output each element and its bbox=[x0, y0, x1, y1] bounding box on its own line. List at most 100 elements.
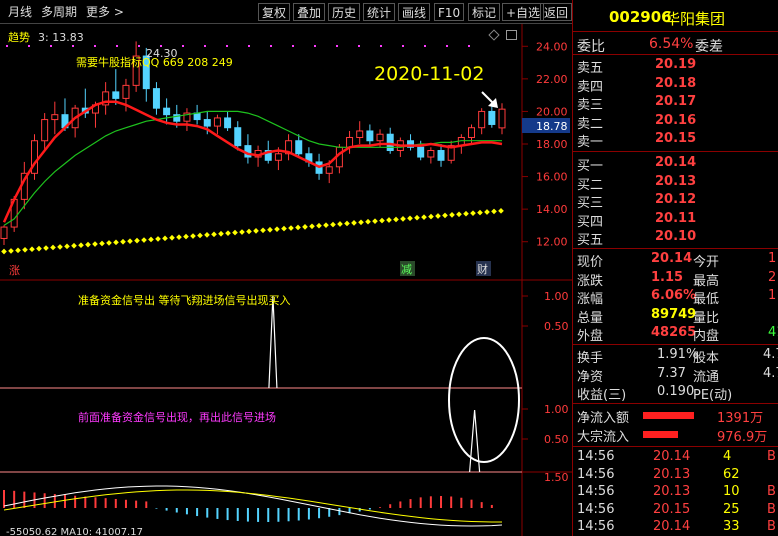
dot-marker bbox=[344, 220, 350, 227]
quote-value: 89749 bbox=[651, 306, 697, 322]
panel-toggle-icon[interactable] bbox=[506, 30, 517, 40]
dot-marker bbox=[267, 226, 273, 233]
dot-marker bbox=[127, 238, 133, 245]
fund-row: 净资 7.37 流通 4.7 bbox=[573, 366, 778, 385]
tick-volume: 33 bbox=[723, 519, 740, 534]
bid-label: 买三 bbox=[577, 196, 604, 211]
quote-label: 外盘 bbox=[577, 329, 604, 344]
flow-value: 1391万 bbox=[717, 411, 764, 426]
price-tag: 18.78 bbox=[536, 120, 568, 133]
signal1-text: 准备资金信号出 等待飞翔进场信号出现买入 bbox=[78, 293, 291, 307]
price-axis: 24.00 22.00 20.00 18.00 16.00 14.00 12.00 bbox=[522, 40, 568, 249]
date-annotation: 2020-11-02 bbox=[374, 63, 484, 85]
dot-marker bbox=[239, 229, 245, 235]
ask-price: 20.15 bbox=[655, 131, 697, 146]
top-dot-row bbox=[6, 45, 470, 47]
bid-row: 买一 20.14 bbox=[573, 155, 778, 174]
candle-body bbox=[366, 130, 374, 142]
macd-axis-label: 1.50 bbox=[544, 471, 569, 484]
dot-marker bbox=[386, 217, 392, 223]
ad-text: 需要牛股指标QQ 669 208 249 bbox=[76, 55, 233, 69]
tick-row: 14:56 20.13 10 B bbox=[573, 484, 778, 502]
dot-marker bbox=[358, 219, 364, 226]
btn-back[interactable]: 返回 bbox=[540, 3, 572, 21]
axis-label: 20.00 bbox=[536, 105, 568, 118]
quote-value2: 41 bbox=[768, 325, 778, 340]
axis-label: 16.00 bbox=[536, 171, 568, 184]
candle-body bbox=[325, 166, 333, 174]
quote-label: 现价 bbox=[577, 255, 604, 270]
dot-marker bbox=[176, 234, 182, 241]
btn-history[interactable]: 历史 bbox=[328, 3, 361, 21]
candle-body bbox=[224, 117, 232, 129]
dot-marker bbox=[106, 240, 112, 246]
tick-flag: B bbox=[767, 484, 776, 499]
tab-multi-period[interactable]: 多周期 bbox=[41, 3, 77, 21]
ratio-value: 6.54% bbox=[649, 36, 694, 52]
bid-price: 20.10 bbox=[655, 229, 697, 244]
dot-marker bbox=[169, 234, 175, 241]
dot-marker bbox=[379, 217, 385, 224]
dot-marker bbox=[498, 208, 504, 214]
btn-add-watch[interactable]: +自选 bbox=[502, 3, 545, 21]
flow-label: 大宗流入 bbox=[577, 430, 630, 445]
dot-marker bbox=[274, 226, 280, 232]
dot-marker bbox=[288, 225, 294, 231]
dot-marker bbox=[316, 222, 322, 229]
quote-label: 涨跌 bbox=[577, 273, 604, 289]
candle-body bbox=[478, 110, 486, 129]
ratio-label: 委比 bbox=[577, 39, 605, 55]
bid-row: 买五 20.10 bbox=[573, 229, 778, 248]
btn-f10[interactable]: F10 bbox=[434, 3, 465, 21]
btn-adjust[interactable]: 复权 bbox=[258, 3, 291, 21]
flow-bar bbox=[643, 431, 678, 438]
dot-marker bbox=[414, 214, 420, 221]
btn-draw[interactable]: 画线 bbox=[398, 3, 431, 21]
tick-list: 14:56 20.14 4 B 14:56 20.13 62 14:56 20.13 10 B 14:… bbox=[573, 448, 778, 536]
candle-body bbox=[376, 133, 384, 142]
dot-marker bbox=[337, 221, 343, 227]
axis-label: 18.00 bbox=[536, 138, 568, 151]
dot bbox=[292, 45, 294, 47]
order-ratio: 委比 6.54% 委差 bbox=[573, 33, 778, 55]
dot-marker bbox=[246, 228, 252, 235]
macd-footer: -55050.62 MA10: 41007.17 bbox=[6, 527, 143, 536]
bid-price: 20.14 bbox=[655, 155, 697, 170]
tab-more[interactable]: 更多 > bbox=[86, 3, 124, 21]
axis-label: 24.00 bbox=[536, 40, 568, 53]
candle-body bbox=[51, 114, 59, 121]
fund-label: 收益(三) bbox=[577, 388, 627, 403]
dot bbox=[314, 45, 316, 47]
btn-stats[interactable]: 统计 bbox=[363, 3, 396, 21]
quote-label2: 量比 bbox=[693, 310, 720, 326]
dot-marker bbox=[295, 224, 301, 231]
dot-marker bbox=[435, 213, 441, 219]
dot-marker bbox=[148, 236, 154, 243]
dot-marker bbox=[183, 233, 189, 240]
signal-panels: 1.00 0.50 1.00 0.50 bbox=[268, 290, 569, 473]
dot-marker bbox=[141, 237, 147, 243]
tab-monthly[interactable]: 月线 bbox=[8, 3, 32, 21]
dot bbox=[72, 45, 74, 47]
dot-marker bbox=[113, 239, 119, 246]
money-flow: 净流入额 1391万 大宗流入 976.9万 bbox=[573, 405, 778, 447]
candle-body bbox=[0, 226, 8, 239]
kline-chart-area[interactable]: 24.00 22.00 20.00 18.00 16.00 14.00 12.00 1.00… bbox=[0, 0, 572, 536]
dot-marker bbox=[428, 213, 434, 220]
btn-overlay[interactable]: 叠加 bbox=[293, 3, 326, 21]
dot-marker bbox=[22, 246, 28, 253]
dot-marker bbox=[393, 216, 399, 223]
tick-price: 20.14 bbox=[653, 449, 691, 464]
dot-marker bbox=[491, 208, 497, 215]
yellow-dot-line bbox=[1, 208, 504, 255]
dot bbox=[468, 45, 470, 47]
candle-body bbox=[356, 130, 364, 138]
dot-marker bbox=[204, 232, 210, 238]
tick-price: 20.13 bbox=[653, 484, 691, 499]
quote-label: 总量 bbox=[577, 310, 604, 326]
fund-value2: 4.7 bbox=[763, 347, 778, 362]
btn-mark[interactable]: 标记 bbox=[468, 3, 501, 21]
quote-value: 48265 bbox=[651, 325, 697, 340]
quote-row: 总量 89749 量比 bbox=[573, 306, 778, 326]
ask-label: 卖二 bbox=[577, 116, 604, 132]
